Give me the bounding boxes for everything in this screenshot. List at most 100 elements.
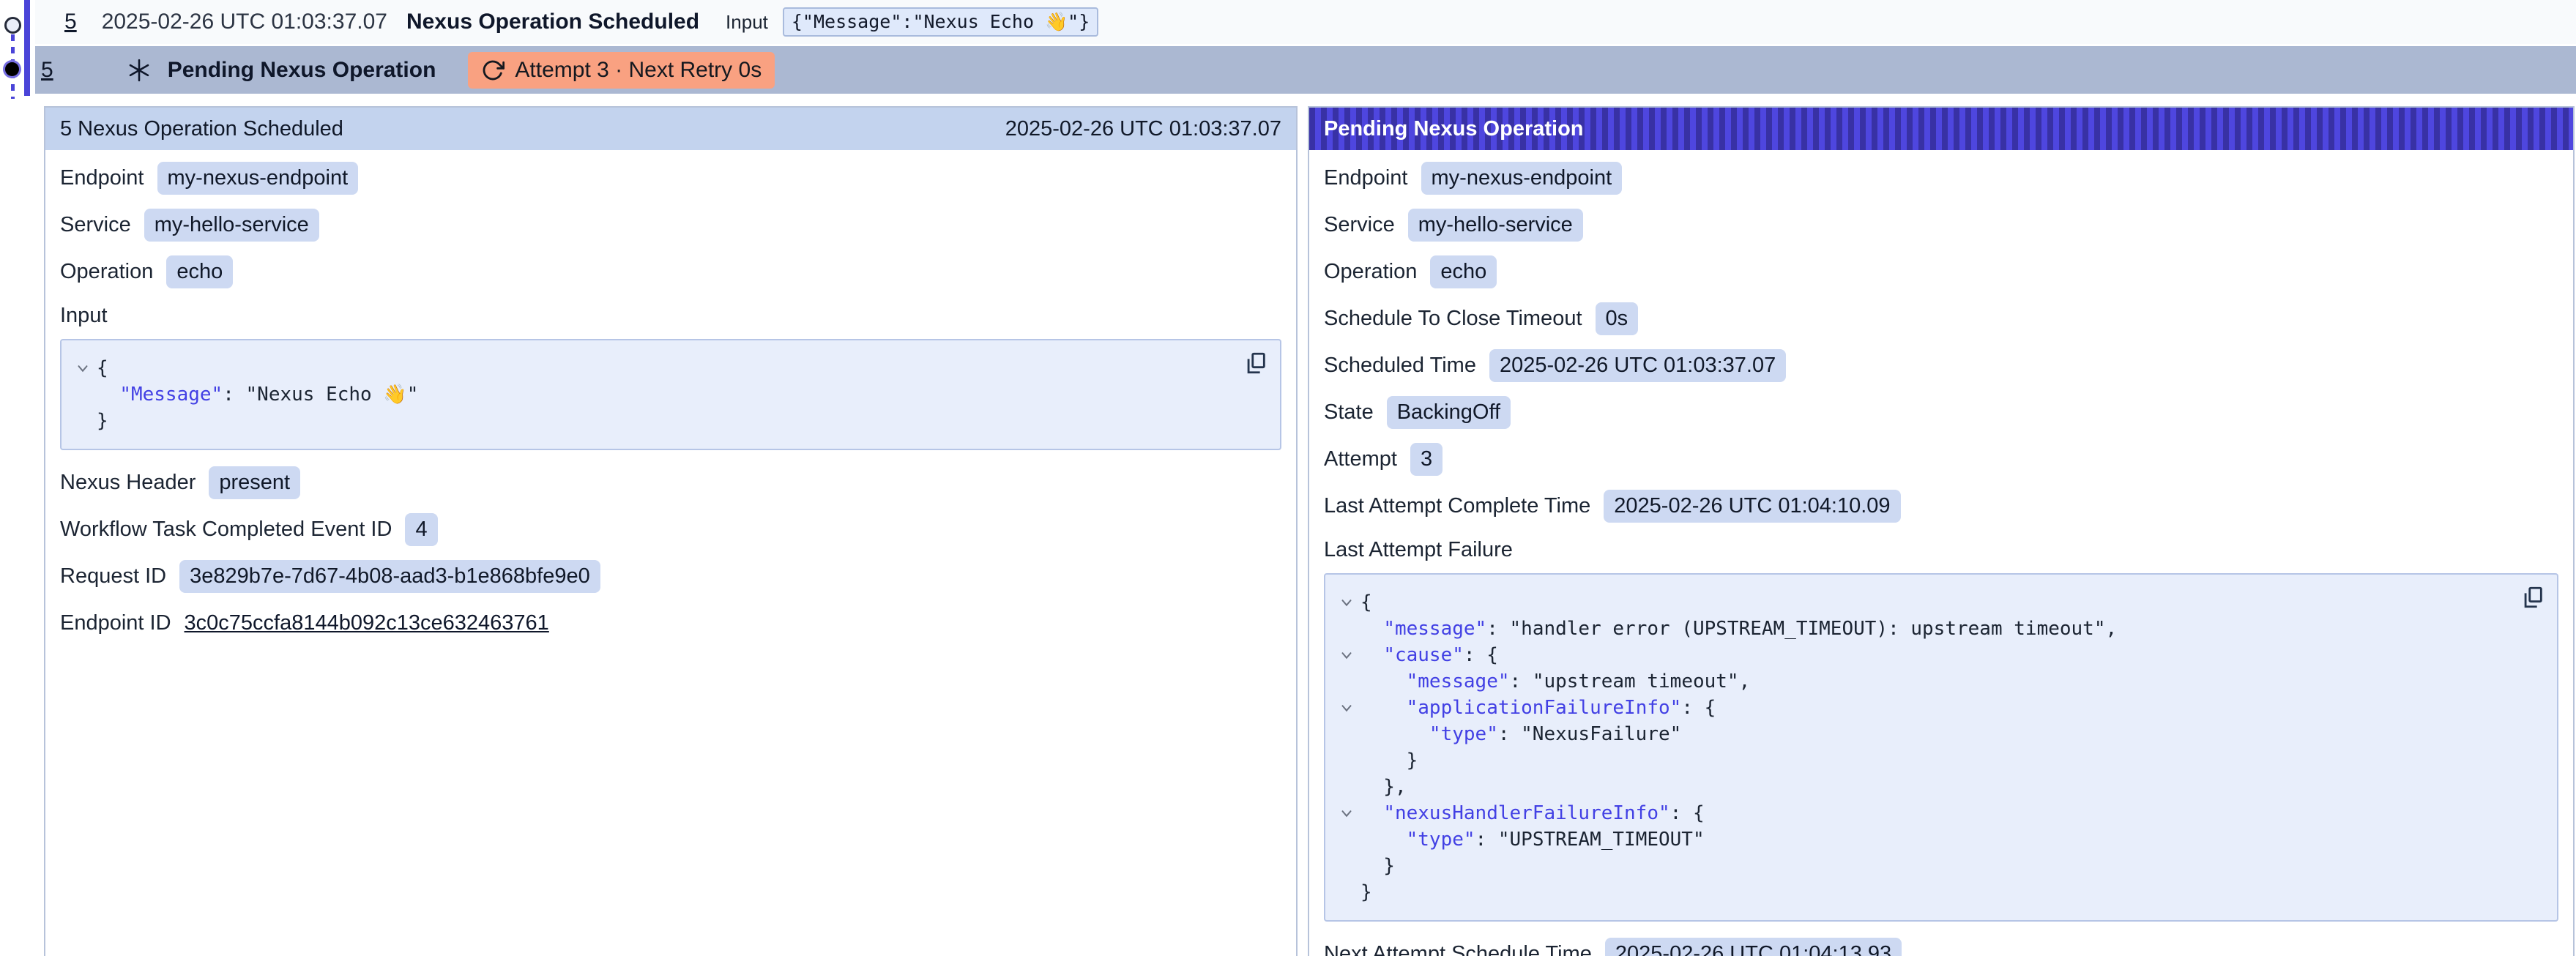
code-text: "applicationFailureInfo": {: [1360, 695, 1716, 721]
code-text: },: [1360, 774, 1407, 800]
field-label: Operation: [1324, 260, 1417, 284]
panel-header-striped: Pending Nexus Operation: [1309, 108, 2573, 150]
copy-icon[interactable]: [1243, 351, 1268, 376]
field-row-operation: Operation echo: [1324, 255, 2558, 288]
field-value-badge: echo: [1430, 255, 1497, 288]
code-line: "nexusHandlerFailureInfo": {: [1333, 800, 2506, 826]
chevron-down-icon[interactable]: [1333, 700, 1360, 716]
code-segment: [97, 384, 119, 406]
field-label: State: [1324, 400, 1374, 425]
code-segment: [1360, 802, 1383, 824]
code-segment: "message": [1383, 618, 1486, 640]
field-value-badge: my-nexus-endpoint: [157, 162, 359, 195]
code-segment: : "upstream timeout",: [1510, 671, 1751, 692]
timeline-active-bar: [24, 0, 30, 96]
field-row-service: Service my-hello-service: [1324, 209, 2558, 241]
code-line: }: [1333, 853, 2506, 879]
code-text: "nexusHandlerFailureInfo": {: [1360, 800, 1705, 826]
code-line: "message": "upstream timeout",: [1333, 668, 2506, 695]
code-segment: {: [1360, 591, 1372, 613]
event-id-link[interactable]: 5: [41, 58, 53, 83]
panel-header-title: Pending Nexus Operation: [1324, 117, 1584, 141]
field-label: Schedule To Close Timeout: [1324, 307, 1582, 331]
code-segment: : "UPSTREAM_TIMEOUT": [1475, 829, 1705, 851]
code-text: {: [1360, 589, 1372, 616]
field-row-attempt: Attempt 3: [1324, 443, 2558, 475]
code-text: "type": "NexusFailure": [1360, 721, 1681, 747]
code-line: },: [1333, 774, 2506, 800]
code-segment: : {: [1681, 697, 1716, 719]
code-line: "type": "UPSTREAM_TIMEOUT": [1333, 826, 2506, 853]
field-row-scheduled-time: Scheduled Time2025-02-26 UTC 01:03:37.07: [1324, 349, 2558, 381]
code-segment: : {: [1670, 802, 1705, 824]
event-input-chip: {"Message":"Nexus Echo 👋"}: [783, 7, 1098, 37]
panel-fields: Endpoint my-nexus-endpoint Servicemy-hello…: [45, 150, 1296, 639]
field-row-next-attempt-schedule-time: Next Attempt Schedule Time2025-02-26 UTC…: [1324, 938, 2558, 956]
code-segment: {: [97, 357, 108, 379]
field-row-schedule-to-close-timeout: Schedule To Close Timeout0s: [1324, 302, 2558, 335]
field-value-badge: present: [209, 466, 300, 499]
field-value-badge: 3e829b7e-7d67-4b08-aad3-b1e868bfe9e0: [179, 560, 600, 593]
copy-icon[interactable]: [2520, 585, 2545, 610]
field-row-service: Servicemy-hello-service: [60, 209, 1281, 241]
field-value-badge: my-hello-service: [1408, 209, 1583, 242]
code-text: {: [97, 355, 108, 381]
field-label-input: Input: [60, 302, 1281, 329]
field-row-endpoint: Endpointmy-nexus-endpoint: [1324, 162, 2558, 194]
field-label-last-attempt-failure: Last Attempt Failure: [1324, 537, 2558, 563]
field-row-endpoint: Endpoint my-nexus-endpoint: [60, 162, 1281, 194]
code-line: "cause": {: [1333, 642, 2506, 668]
pending-title: Pending Nexus Operation: [168, 58, 436, 83]
event-id-link[interactable]: 5: [64, 10, 77, 34]
code-text: "cause": {: [1360, 642, 1498, 668]
field-label: Attempt: [1324, 447, 1397, 471]
field-row-last-attempt-complete-time: Last Attempt Complete Time2025-02-26 UTC…: [1324, 490, 2558, 522]
chevron-down-icon[interactable]: [69, 360, 97, 376]
chevron-down-icon[interactable]: [1333, 647, 1360, 663]
field-label: Endpoint ID: [60, 611, 171, 635]
code-block-input: { "Message": "Nexus Echo 👋"}: [60, 339, 1281, 450]
attempt-retry-badge: Attempt 3 · Next Retry 0s: [468, 52, 775, 89]
field-value-badge: my-nexus-endpoint: [1421, 162, 1623, 195]
code-text: }: [1360, 879, 1372, 905]
chevron-down-icon[interactable]: [1333, 594, 1360, 610]
event-row-pending-nexus-operation[interactable]: 5 Pending Nexus Operation Attempt 3 · Ne…: [35, 46, 2576, 94]
panel-nexus-operation-scheduled: 5 Nexus Operation Scheduled 2025-02-26 U…: [44, 106, 1298, 956]
code-text: "message": "handler error (UPSTREAM_TIME…: [1360, 616, 2117, 642]
code-line: "applicationFailureInfo": {: [1333, 695, 2506, 721]
field-value-badge: 4: [405, 513, 437, 546]
chevron-down-icon[interactable]: [1333, 805, 1360, 821]
code-segment: [1360, 618, 1383, 640]
code-line: {: [69, 355, 1229, 381]
code-block-last-attempt-failure: { "message": "handler error (UPSTREAM_TI…: [1324, 573, 2558, 922]
panel-header-timestamp: 2025-02-26 UTC 01:03:37.07: [1005, 117, 1281, 141]
field-row-nexus-header: Nexus Headerpresent: [60, 466, 1281, 498]
field-label: Endpoint: [60, 166, 144, 190]
code-segment: }: [1360, 881, 1372, 903]
field-row-request-id: Request ID3e829b7e-7d67-4b08-aad3-b1e868…: [60, 560, 1281, 592]
code-line: "message": "handler error (UPSTREAM_TIME…: [1333, 616, 2506, 642]
field-value-badge: echo: [166, 255, 233, 288]
field-value-badge: my-hello-service: [144, 209, 319, 242]
code-segment: "type": [1429, 723, 1498, 745]
field-label: Operation: [60, 260, 153, 284]
field-row-state: State BackingOff: [1324, 396, 2558, 428]
code-segment: : {: [1464, 644, 1498, 666]
code-segment: "nexusHandlerFailureInfo": [1383, 802, 1669, 824]
code-segment: "Message": [119, 384, 223, 406]
field-value-badge: 2025-02-26 UTC 01:04:10.09: [1604, 490, 1900, 523]
field-value-badge: 3: [1410, 443, 1443, 476]
event-row-nexus-operation-scheduled[interactable]: 5 2025-02-26 UTC 01:03:37.07 Nexus Opera…: [35, 0, 2576, 44]
code-segment: "type": [1407, 829, 1475, 851]
field-value-badge: BackingOff: [1387, 396, 1511, 429]
field-value-badge: 2025-02-26 UTC 01:03:37.07: [1489, 349, 1786, 382]
field-row-operation: Operation echo: [60, 255, 1281, 288]
code-segment: : "Nexus Echo 👋": [223, 384, 418, 406]
field-label: Service: [1324, 213, 1395, 237]
circle-filled-icon[interactable]: [5, 62, 19, 76]
event-history-view: 5 2025-02-26 UTC 01:03:37.07 Nexus Opera…: [0, 0, 2576, 956]
code-text: "message": "upstream timeout",: [1360, 668, 1750, 695]
field-value-link[interactable]: 3c0c75ccfa8144b092c13ce632463761: [185, 611, 549, 635]
circle-outline-icon[interactable]: [4, 17, 21, 34]
field-row-endpoint-id: Endpoint ID 3c0c75ccfa8144b092c13ce632463…: [60, 607, 1281, 639]
